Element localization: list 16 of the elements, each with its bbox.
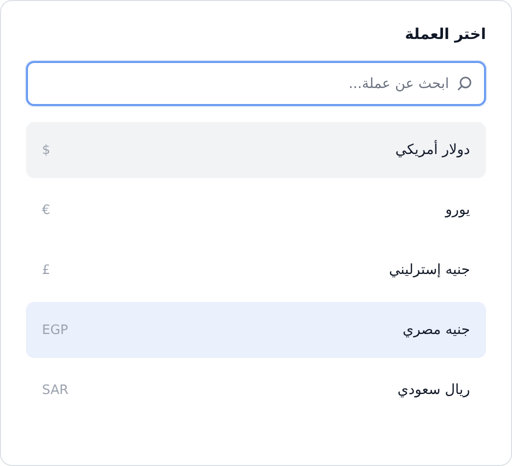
currency-option[interactable]: يورو € xyxy=(26,182,486,238)
currency-symbol: $ xyxy=(42,142,50,158)
search-field[interactable]: ابحث عن عملة... xyxy=(26,61,486,106)
currency-name: جنيه مصري xyxy=(402,322,470,338)
currency-option[interactable]: جنيه إسترليني £ xyxy=(26,242,486,298)
currency-name: ريال سعودي xyxy=(398,382,470,398)
dialog-title: اختر العملة xyxy=(404,24,486,45)
currency-symbol: £ xyxy=(42,262,50,278)
currency-symbol: € xyxy=(42,202,50,218)
currency-symbol: SAR xyxy=(42,382,68,398)
currency-name: دولار أمريكي xyxy=(395,142,470,158)
currency-option[interactable]: دولار أمريكي $ xyxy=(26,122,486,178)
search-icon xyxy=(457,76,472,91)
currency-symbol: EGP xyxy=(42,322,68,338)
currency-name: يورو xyxy=(445,202,470,218)
currency-name: جنيه إسترليني xyxy=(388,262,470,278)
